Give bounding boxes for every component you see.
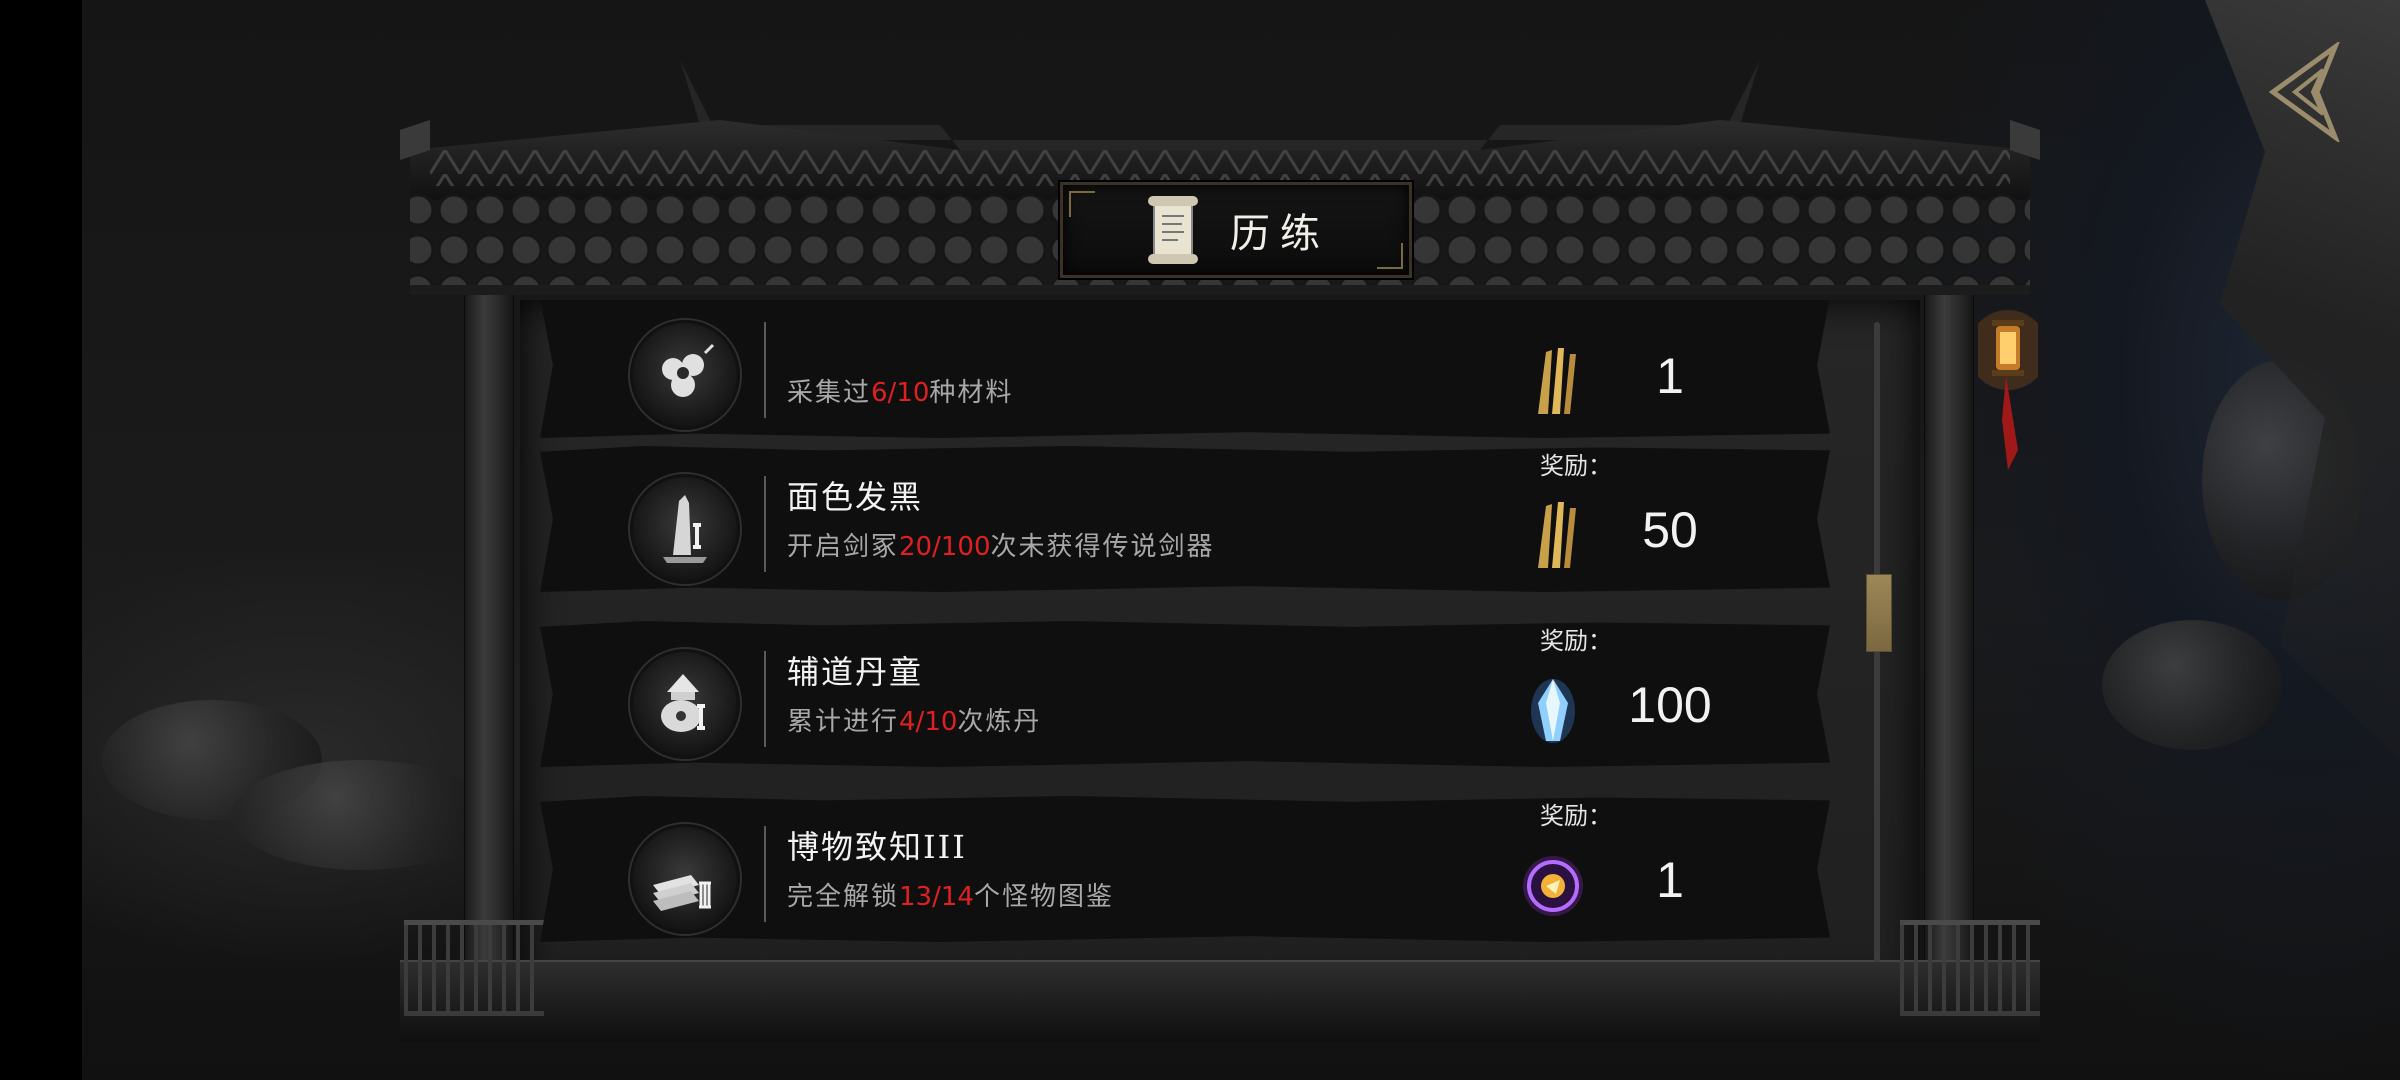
quest-item-alchemy: 辅道丹童 累计进行4/10次炼丹 奖励： 100 bbox=[540, 621, 1830, 767]
quest-description: 采集过6/10种材料 bbox=[787, 378, 1014, 408]
reward-value: 1 bbox=[1656, 852, 1684, 908]
page-title: 历练 bbox=[1230, 211, 1330, 257]
quest-item-face-dark: 面色发黑 开启剑冢20/100次未获得传说剑器 奖励： 50 bbox=[540, 446, 1830, 592]
quest-progress: 13/14 bbox=[899, 882, 974, 912]
left-pillar bbox=[464, 290, 514, 1012]
lantern-decoration bbox=[1978, 310, 2038, 470]
reward-label: 奖励： bbox=[1540, 802, 1612, 830]
purple-orb-icon bbox=[1523, 856, 1583, 916]
quest-title: 面色发黑 bbox=[787, 478, 924, 516]
back-arrow-icon bbox=[2268, 39, 2341, 145]
quest-title: 博物致知III bbox=[787, 828, 967, 866]
scroll-icon bbox=[1148, 196, 1198, 264]
golden-swords-icon bbox=[1538, 348, 1576, 414]
quest-description: 累计进行4/10次炼丹 bbox=[787, 707, 1042, 737]
quest-progress: 6/10 bbox=[871, 378, 930, 408]
quest-progress: 20/100 bbox=[899, 532, 991, 562]
sword-tomb-badge-icon bbox=[630, 474, 740, 584]
row-divider bbox=[764, 826, 766, 922]
right-pillar bbox=[1924, 290, 1974, 1012]
row-divider bbox=[764, 476, 766, 572]
right-railing bbox=[1900, 920, 2040, 1016]
reward-label: 奖励： bbox=[1540, 452, 1612, 480]
blue-crystal-icon bbox=[1531, 679, 1575, 743]
quest-title: 辅道丹童 bbox=[787, 653, 924, 691]
reward-value: 1 bbox=[1656, 348, 1684, 404]
quest-item-collector: 采集过6/10种材料 1 bbox=[540, 300, 1830, 438]
pavilion-floor bbox=[400, 960, 2040, 1042]
reward-label: 奖励： bbox=[1540, 627, 1612, 655]
back-button[interactable] bbox=[2265, 39, 2341, 145]
quest-item-bestiary: 博物致知III 完全解锁13/14个怪物图鉴 奖励： 1 bbox=[540, 796, 1830, 942]
flower-badge-icon bbox=[630, 320, 740, 430]
quest-description: 完全解锁13/14个怪物图鉴 bbox=[787, 882, 1114, 912]
left-railing bbox=[404, 920, 544, 1016]
row-divider bbox=[764, 651, 766, 747]
row-divider bbox=[764, 322, 766, 418]
golden-swords-icon bbox=[1538, 502, 1576, 568]
quest-list[interactable]: 采集过6/10种材料 1 面色发黑 开启剑冢20/100次未获得传说剑器 奖励： bbox=[540, 300, 1840, 950]
reward-value: 100 bbox=[1628, 677, 1712, 733]
books-badge-icon bbox=[630, 824, 740, 934]
title-plaque: 历练 bbox=[1060, 182, 1412, 278]
reward-value: 50 bbox=[1642, 502, 1698, 558]
quest-progress: 4/10 bbox=[899, 707, 958, 737]
scrollbar-thumb[interactable] bbox=[1866, 574, 1892, 652]
alchemy-furnace-badge-icon bbox=[630, 649, 740, 759]
quest-description: 开启剑冢20/100次未获得传说剑器 bbox=[787, 532, 1215, 562]
